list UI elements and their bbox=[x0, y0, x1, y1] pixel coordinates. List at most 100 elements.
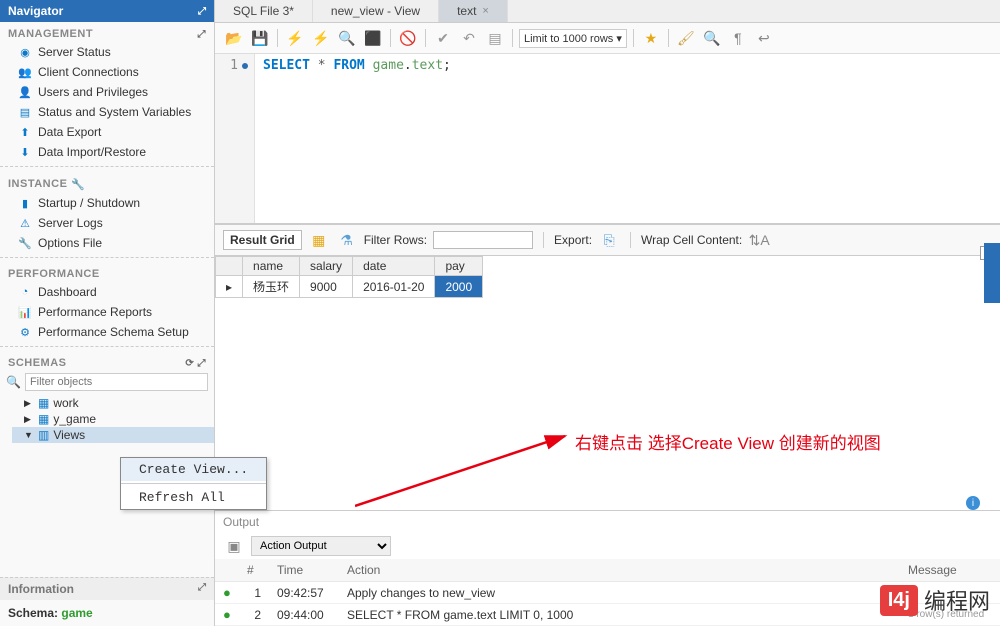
cell-name[interactable]: 杨玉环 bbox=[243, 276, 300, 298]
editor-tabs: SQL File 3* new_view - View text× bbox=[215, 0, 1000, 23]
status-ok-icon: ● bbox=[223, 585, 231, 600]
toggle-invisible-icon[interactable]: ¶ bbox=[727, 27, 749, 49]
save-icon[interactable]: 💾 bbox=[249, 27, 271, 49]
nav-data-import[interactable]: ⬇Data Import/Restore bbox=[0, 142, 214, 162]
separator bbox=[0, 346, 214, 347]
col-pay[interactable]: pay bbox=[435, 257, 483, 276]
limit-rows-combo[interactable]: Limit to 1000 rows ▾ bbox=[519, 29, 627, 48]
col-salary[interactable]: salary bbox=[300, 257, 353, 276]
dashboard-icon: ◔ bbox=[18, 285, 32, 299]
tab-text[interactable]: text× bbox=[439, 0, 508, 22]
beautify-icon[interactable]: 🖌 bbox=[675, 27, 697, 49]
annotation-arrow-icon bbox=[355, 336, 585, 516]
chevron-right-icon: ▶ bbox=[24, 414, 34, 425]
schemas-section-title: SCHEMAS ⟳ ⤢ bbox=[0, 351, 214, 371]
close-icon[interactable]: × bbox=[482, 5, 488, 17]
breakpoint-icon bbox=[242, 63, 248, 69]
navigator-header: Navigator ⤢ bbox=[0, 0, 214, 22]
watermark: I4j 编程网 bbox=[880, 584, 990, 616]
table-row[interactable]: ▸ 杨玉环 9000 2016-01-20 2000 bbox=[216, 276, 483, 298]
col-time: Time bbox=[269, 559, 339, 582]
separator bbox=[390, 29, 391, 47]
sql-toolbar: 📂 💾 ⚡ ⚡ 🔍 ⬛ 🚫 ✔ ↶ ▤ Limit to 1000 rows ▾… bbox=[215, 23, 1000, 54]
reports-icon: 📊 bbox=[18, 305, 32, 319]
tree-item-work[interactable]: ▶ ▦ work bbox=[24, 395, 214, 411]
performance-list: ◔Dashboard 📊Performance Reports ⚙Perform… bbox=[0, 282, 214, 342]
autocommit-icon[interactable]: ▤ bbox=[484, 27, 506, 49]
export-icon[interactable]: ⎘ bbox=[598, 229, 620, 251]
nav-perf-schema[interactable]: ⚙Performance Schema Setup bbox=[0, 322, 214, 342]
separator bbox=[543, 232, 544, 248]
refresh-icon[interactable]: ⟳ ⤢ bbox=[185, 358, 206, 369]
wrap-icon[interactable]: ↩ bbox=[753, 27, 775, 49]
schema-filter-input[interactable] bbox=[25, 373, 208, 391]
rollback-icon[interactable]: ↶ bbox=[458, 27, 480, 49]
navigator-title: Navigator bbox=[8, 4, 63, 18]
stop-icon[interactable]: ⬛ bbox=[362, 27, 384, 49]
output-title: Output bbox=[215, 511, 1000, 533]
commit-icon[interactable]: ✔ bbox=[432, 27, 454, 49]
filter-icon[interactable]: ⚗ bbox=[336, 229, 358, 251]
chevron-right-icon: ▶ bbox=[24, 398, 34, 409]
nav-startup-shutdown[interactable]: ▮Startup / Shutdown bbox=[0, 193, 214, 213]
menu-create-view[interactable]: Create View... bbox=[121, 458, 266, 481]
filter-rows-label: Filter Rows: bbox=[364, 233, 427, 247]
col-name[interactable]: name bbox=[243, 257, 300, 276]
nav-status-variables[interactable]: ▤Status and System Variables bbox=[0, 102, 214, 122]
info-badge-icon[interactable]: i bbox=[966, 496, 980, 510]
export-icon: ⬆ bbox=[18, 125, 32, 139]
chevron-down-icon: ▼ bbox=[24, 430, 34, 440]
output-mode-icon[interactable]: ▣ bbox=[223, 535, 245, 557]
result-side-tab[interactable] bbox=[984, 243, 1000, 303]
tree-item-y-game[interactable]: ▶ ▦ y_game bbox=[24, 411, 214, 427]
nav-data-export[interactable]: ⬆Data Export bbox=[0, 122, 214, 142]
col-num: # bbox=[239, 559, 269, 582]
filter-rows-input[interactable] bbox=[433, 231, 533, 249]
open-file-icon[interactable]: 📂 bbox=[223, 27, 245, 49]
options-icon: 🔧 bbox=[18, 236, 32, 250]
find-icon[interactable]: 🔍 bbox=[701, 27, 723, 49]
expand-icon[interactable]: ⤢ bbox=[198, 29, 207, 40]
table-header-row: name salary date pay bbox=[216, 257, 483, 276]
cancel-icon[interactable]: 🚫 bbox=[397, 27, 419, 49]
import-icon: ⬇ bbox=[18, 145, 32, 159]
schema-setup-icon: ⚙ bbox=[18, 325, 32, 339]
grid-view-icon[interactable]: ▦ bbox=[308, 229, 330, 251]
schema-filter-row: 🔍 bbox=[0, 371, 214, 393]
execute-icon[interactable]: ⚡ bbox=[284, 27, 306, 49]
separator bbox=[633, 29, 634, 47]
sql-editor[interactable]: 1 SELECT * FROM game.text; bbox=[215, 54, 1000, 224]
execute-cursor-icon[interactable]: ⚡ bbox=[310, 27, 332, 49]
management-list: ◉Server Status 👥Client Connections 👤User… bbox=[0, 42, 214, 162]
management-section-title: MANAGEMENT ⤢ bbox=[0, 22, 214, 42]
nav-perf-reports[interactable]: 📊Performance Reports bbox=[0, 302, 214, 322]
row-handle[interactable]: ▸ bbox=[216, 276, 243, 298]
collapse-icon[interactable]: ⤢ bbox=[198, 6, 206, 17]
nav-dashboard[interactable]: ◔Dashboard bbox=[0, 282, 214, 302]
expand-icon[interactable]: ⤢ bbox=[198, 582, 206, 596]
col-action: Action bbox=[339, 559, 900, 582]
nav-server-logs[interactable]: ⚠Server Logs bbox=[0, 213, 214, 233]
menu-refresh-all[interactable]: Refresh All bbox=[121, 486, 266, 509]
nav-users-privileges[interactable]: 👤Users and Privileges bbox=[0, 82, 214, 102]
result-table[interactable]: name salary date pay ▸ 杨玉环 9000 2016-01-… bbox=[215, 256, 483, 298]
nav-options-file[interactable]: 🔧Options File bbox=[0, 233, 214, 253]
users-icon: 👤 bbox=[18, 85, 32, 99]
favorite-icon[interactable]: ★ bbox=[640, 27, 662, 49]
nav-server-status[interactable]: ◉Server Status bbox=[0, 42, 214, 62]
cell-salary[interactable]: 9000 bbox=[300, 276, 353, 298]
col-date[interactable]: date bbox=[353, 257, 435, 276]
tree-item-views[interactable]: ▼ ▥ Views bbox=[12, 427, 214, 443]
tab-new-view[interactable]: new_view - View bbox=[313, 0, 439, 22]
explain-icon[interactable]: 🔍 bbox=[336, 27, 358, 49]
search-icon: 🔍 bbox=[6, 375, 21, 389]
output-type-select[interactable]: Action Output bbox=[251, 536, 391, 556]
editor-code[interactable]: SELECT * FROM game.text; bbox=[255, 54, 459, 223]
wrap-cell-icon[interactable]: ⇅A bbox=[748, 229, 770, 251]
cell-date[interactable]: 2016-01-20 bbox=[353, 276, 435, 298]
tab-sql-file-3[interactable]: SQL File 3* bbox=[215, 0, 313, 22]
cell-pay[interactable]: 2000 bbox=[435, 276, 483, 298]
main-panel: SQL File 3* new_view - View text× 📂 💾 ⚡ … bbox=[215, 0, 1000, 626]
status-ok-icon: ● bbox=[223, 607, 231, 622]
nav-client-connections[interactable]: 👥Client Connections bbox=[0, 62, 214, 82]
